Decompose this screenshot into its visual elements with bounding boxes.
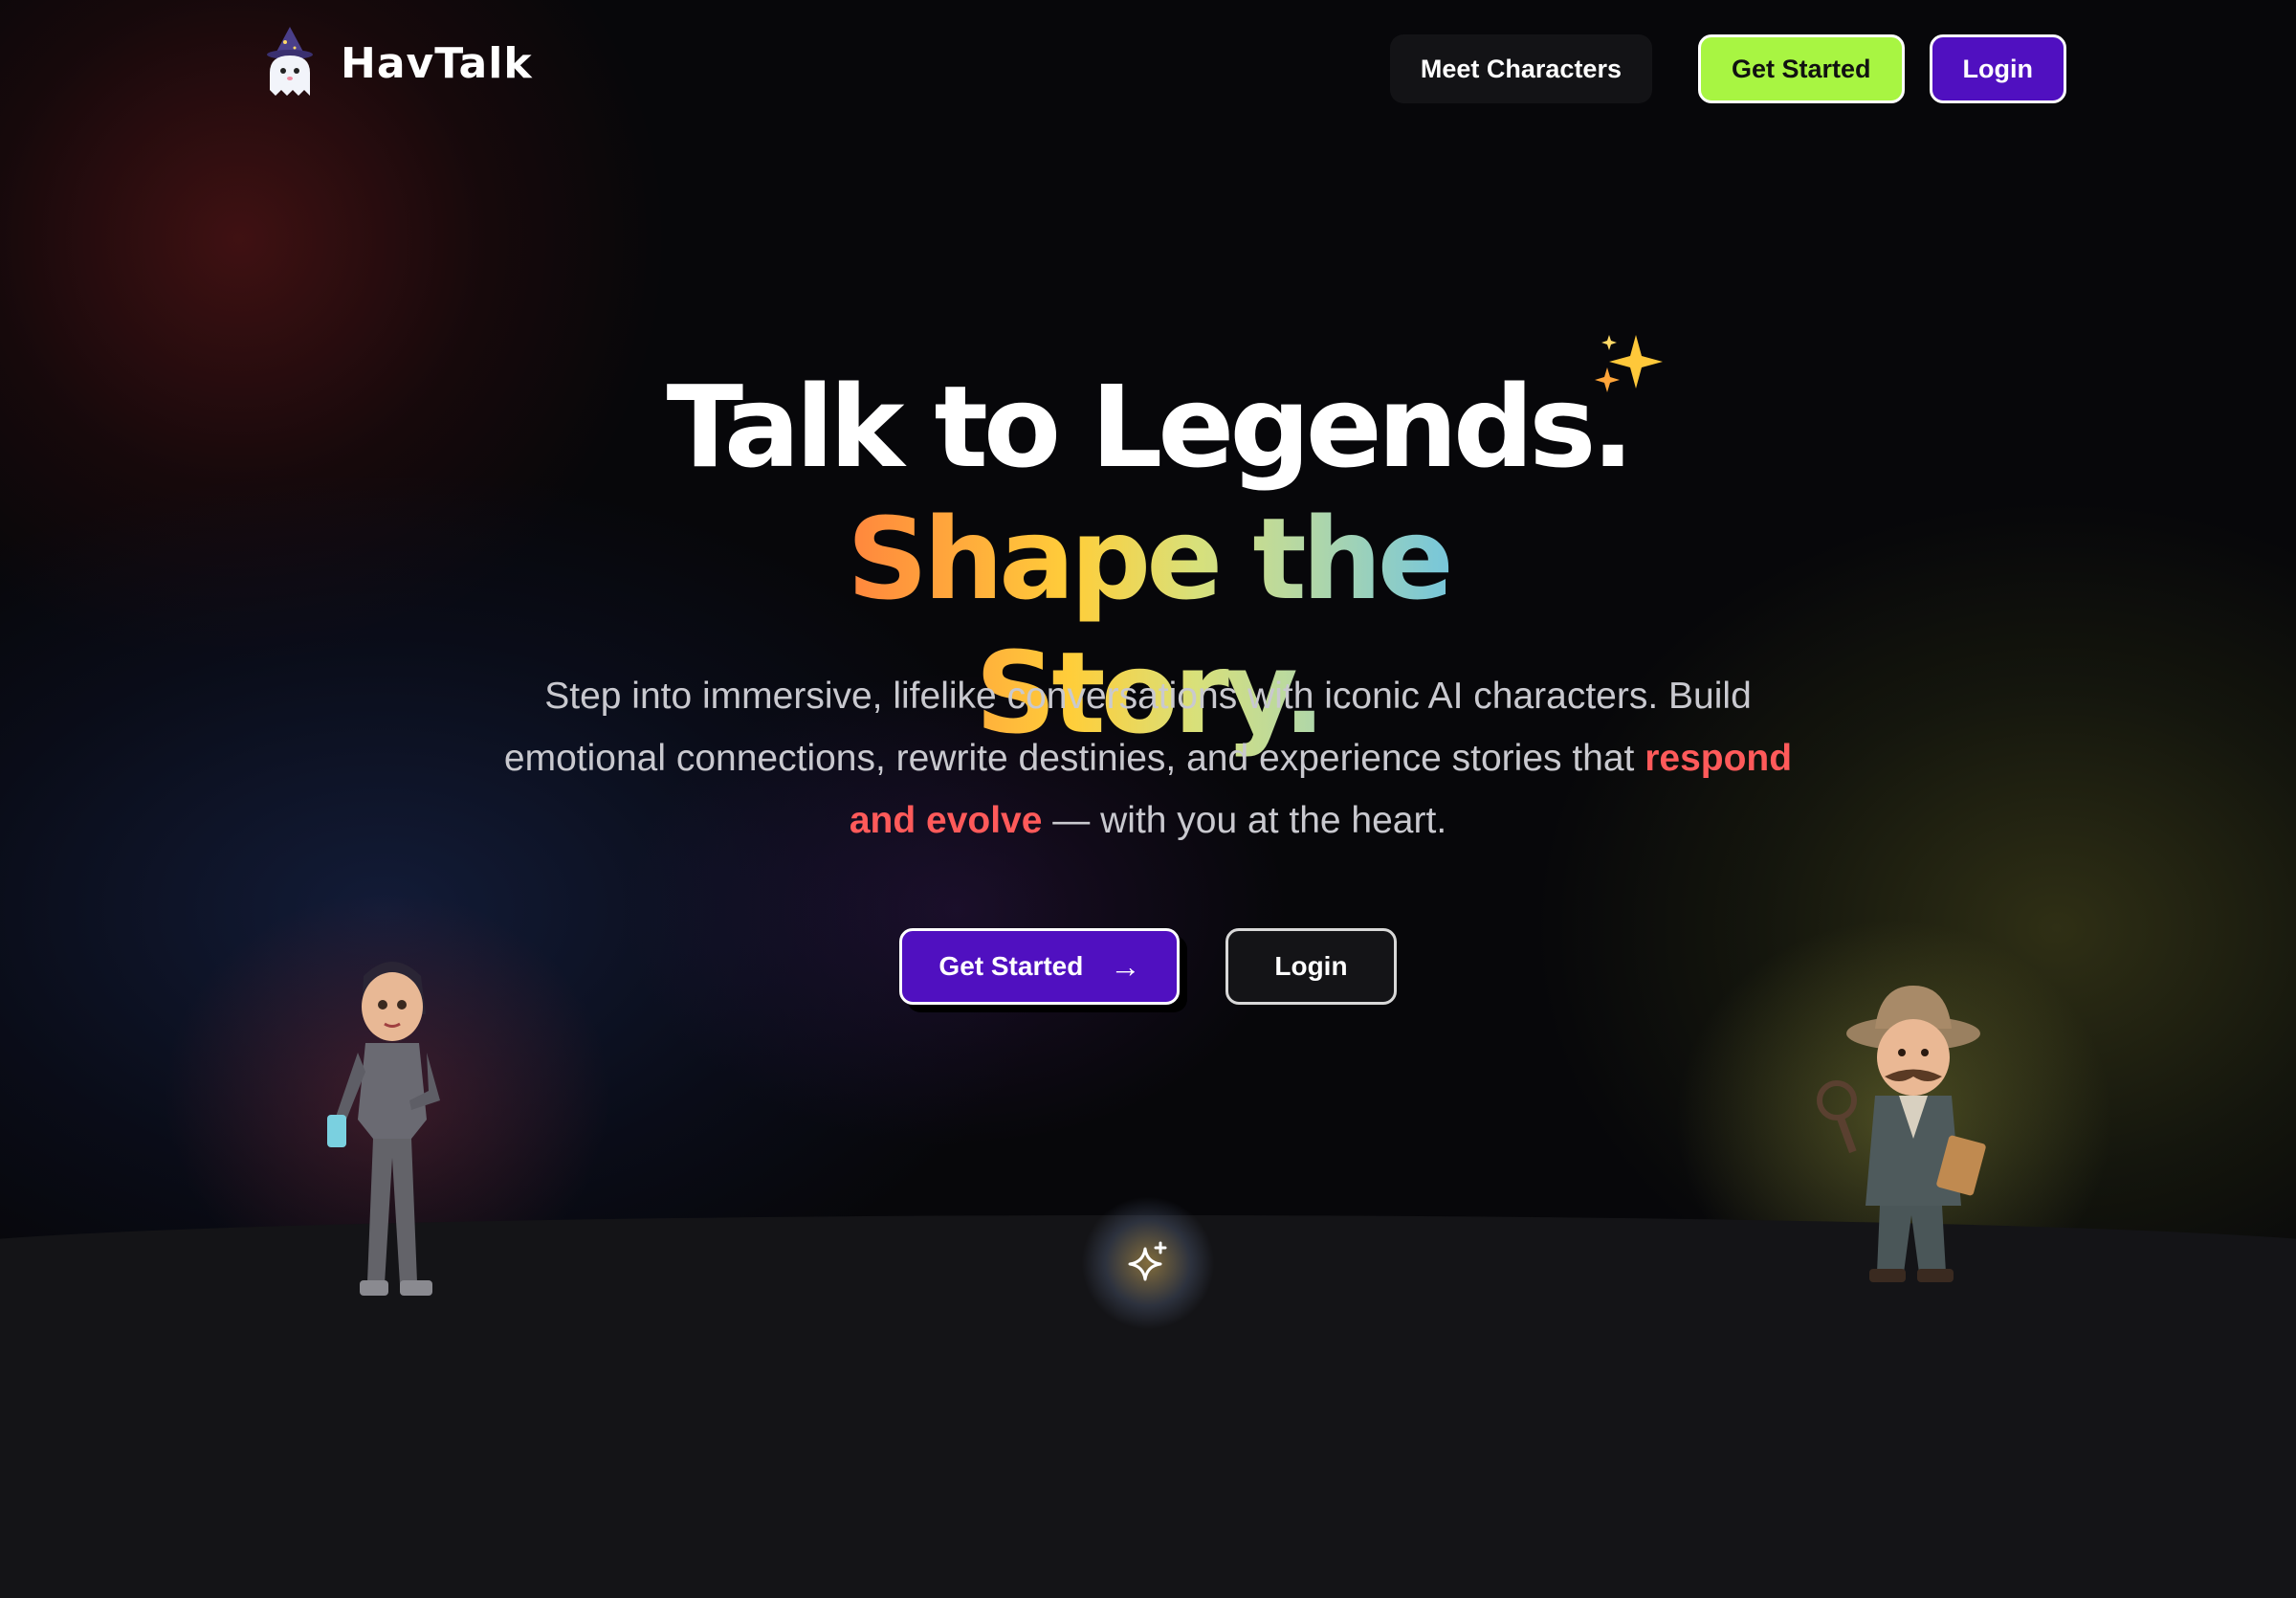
get-started-nav-button[interactable]: Get Started	[1697, 34, 1905, 103]
character-girl-image	[327, 962, 440, 1296]
character-detective-image	[1817, 986, 1986, 1282]
login-button[interactable]: Login	[1225, 928, 1397, 1005]
description-text: Step into immersive, lifelike conversati…	[503, 676, 1752, 779]
sparkles-icon	[1595, 335, 1663, 392]
top-nav: Meet Characters Get Started Login	[1389, 34, 2066, 103]
get-started-button[interactable]: Get Started →	[899, 928, 1181, 1005]
brand-logo[interactable]: HavTalk	[256, 25, 533, 101]
brand-name: HavTalk	[341, 38, 533, 88]
get-started-label: Get Started	[938, 951, 1084, 981]
hero-title-line1: Talk to Legends.	[666, 361, 1635, 493]
sparkle-icon	[1128, 1241, 1167, 1281]
ghost-wizard-icon	[267, 27, 313, 96]
arrow-right-icon: →	[1110, 948, 1141, 984]
meet-characters-button[interactable]: Meet Characters	[1389, 34, 1652, 103]
login-nav-button[interactable]: Login	[1929, 34, 2066, 103]
hero-description: Step into immersive, lifelike conversati…	[497, 665, 1799, 852]
description-text-end: — with you at the heart.	[1042, 800, 1447, 841]
bottom-sparkle	[1081, 1196, 1215, 1330]
